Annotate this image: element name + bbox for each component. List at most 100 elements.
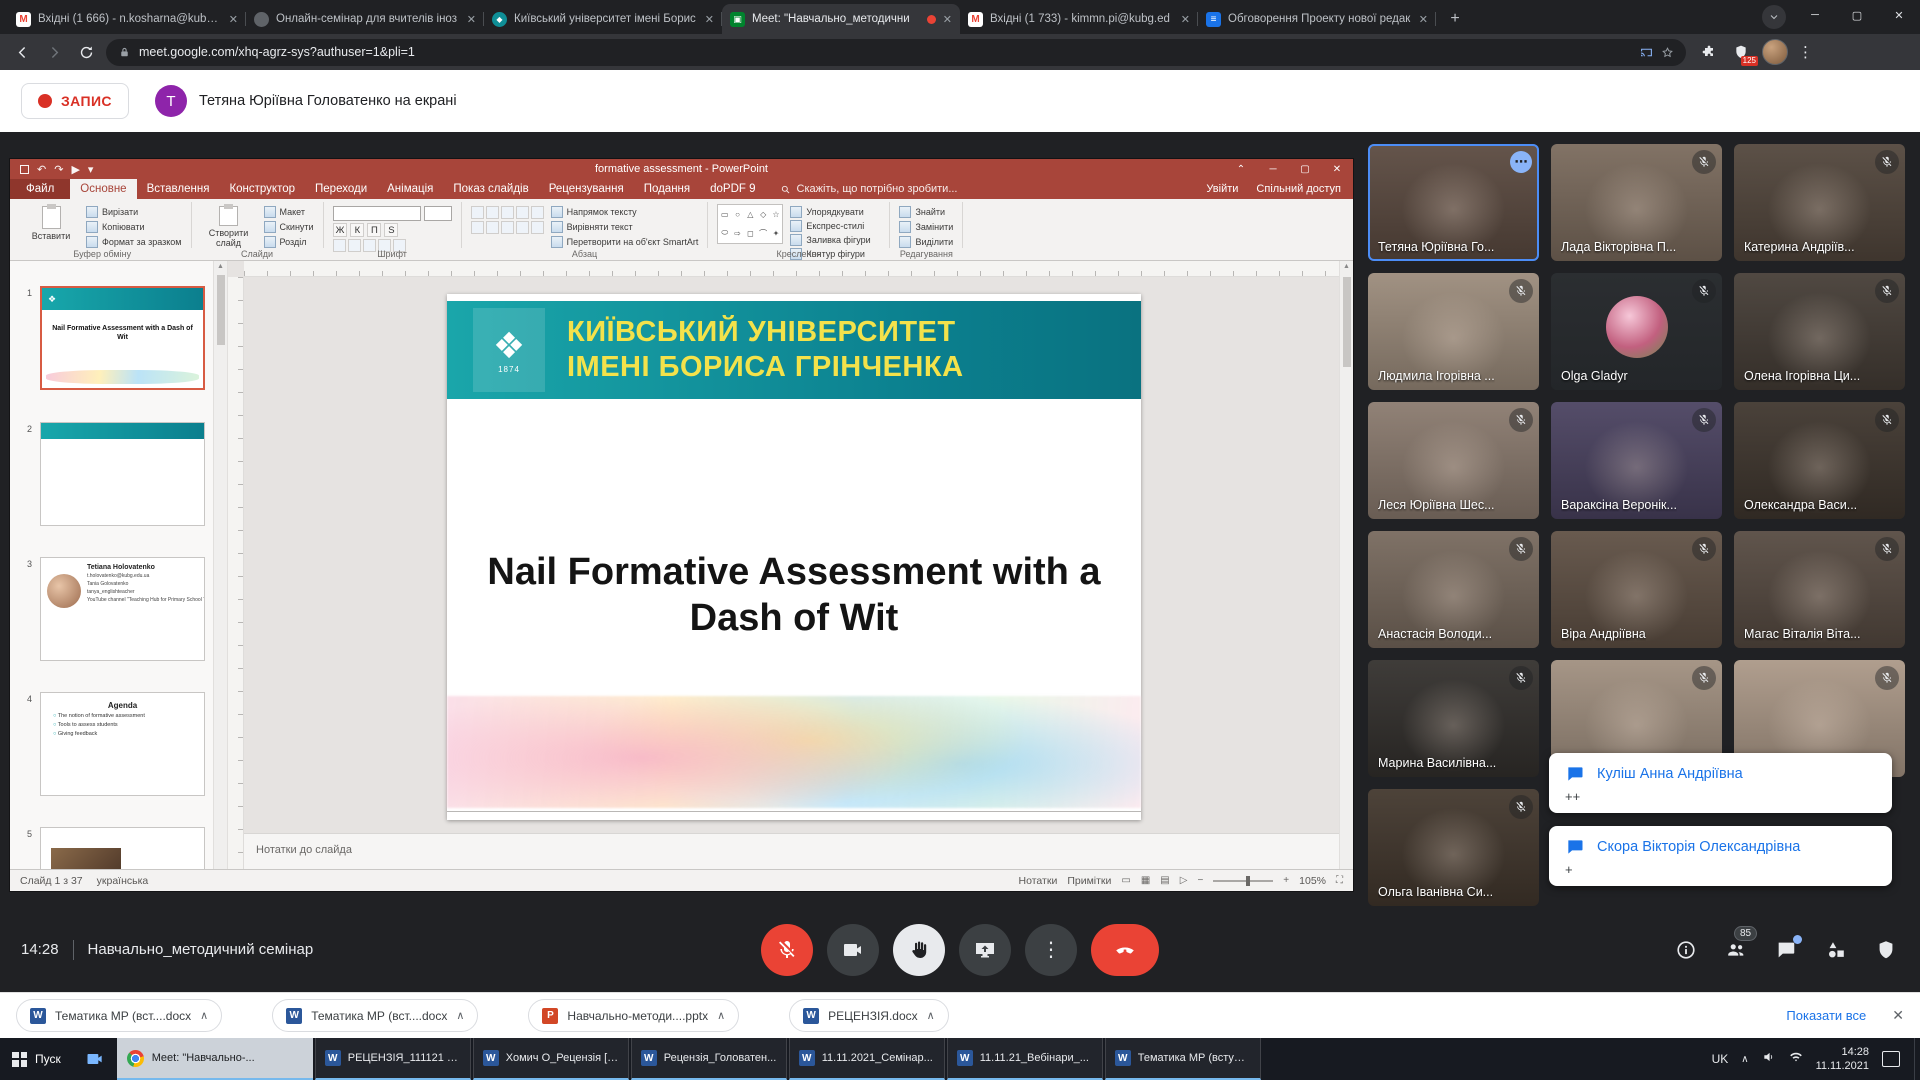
indent-decrease-icon[interactable] xyxy=(501,206,514,219)
participant-tile[interactable]: ⋯ Вараксіна Веронік... xyxy=(1551,402,1722,519)
ppt-ribbon-tab[interactable]: Вставлення xyxy=(137,179,220,199)
browser-tab[interactable]: Обговорення Проекту нової редак ✕ xyxy=(1198,4,1436,34)
ppt-ribbon-tab[interactable]: Рецензування xyxy=(539,179,634,199)
ppt-maximize-button[interactable]: ▢ xyxy=(1289,159,1321,179)
raise-hand-button[interactable] xyxy=(893,924,945,976)
undo-icon[interactable]: ↶ xyxy=(37,163,46,176)
browser-tab[interactable]: Онлайн-семінар для вчителів іноз ✕ xyxy=(246,4,484,34)
forward-icon[interactable] xyxy=(42,40,66,64)
ppt-ribbon-tab[interactable]: Анімація xyxy=(377,179,443,199)
slide-scrollbar[interactable] xyxy=(1339,261,1353,869)
download-caret-icon[interactable]: ∧ xyxy=(927,1009,935,1022)
ribbon-button[interactable]: Перетворити на об'єкт SmartArt xyxy=(551,235,699,248)
new-tab-button[interactable]: + xyxy=(1442,6,1468,32)
indent-increase-icon[interactable] xyxy=(516,206,529,219)
tab-search-button[interactable] xyxy=(1762,5,1786,29)
notes-toggle[interactable]: Нотатки xyxy=(1019,875,1058,887)
participant-tile[interactable]: ⋯ Магас Віталія Віта... xyxy=(1734,531,1905,648)
tell-me-search[interactable]: Скажіть, що потрібно зробити... xyxy=(780,183,958,195)
bookmark-star-icon[interactable] xyxy=(1661,46,1674,59)
start-button[interactable]: Пуск xyxy=(0,1038,73,1080)
activities-icon[interactable] xyxy=(1824,938,1848,962)
ribbon-button[interactable]: Упорядкувати xyxy=(790,206,880,218)
browser-tab[interactable]: Meet: "Навчально_методични ✕ xyxy=(722,4,960,34)
sign-in-button[interactable]: Увійти xyxy=(1206,183,1238,195)
leave-call-button[interactable] xyxy=(1091,924,1159,976)
ribbon-button[interactable]: Макет xyxy=(264,206,314,219)
taskbar-word-item[interactable]: Рецензія_Головатен... xyxy=(631,1038,787,1080)
taskbar-word-item[interactable]: РЕЦЕНЗІЯ_111121 - ... xyxy=(315,1038,471,1080)
tab-close-icon[interactable]: ✕ xyxy=(467,13,476,26)
paste-button[interactable]: Вставити xyxy=(23,204,79,248)
font-size-select[interactable] xyxy=(424,206,452,221)
participant-tile[interactable]: ⋯ Леся Юріївна Шес... xyxy=(1368,402,1539,519)
current-slide[interactable]: ❖ 1874 КИЇВСЬКИЙ УНІВЕРСИТЕТ ІМЕНІ БОРИС… xyxy=(447,294,1141,820)
ribbon-button[interactable]: Розділ xyxy=(264,235,314,248)
reading-view-icon[interactable]: ▤ xyxy=(1160,875,1169,886)
action-center-icon[interactable] xyxy=(1882,1051,1900,1067)
ribbon-button[interactable]: Експрес-стилі xyxy=(790,220,880,232)
ribbon-display-icon[interactable]: ⌃ xyxy=(1225,159,1257,179)
slide-thumbnail-3[interactable]: Tetiana Holovatenko t.holovatenko@kubg.e… xyxy=(40,557,205,661)
panel-scrollbar[interactable] xyxy=(214,261,228,869)
slide-thumbnail-1[interactable]: Nail Formative Assessment with a Dash of… xyxy=(40,286,205,390)
taskbar-clock[interactable]: 14:28 11.11.2021 xyxy=(1816,1045,1869,1073)
line-spacing-icon[interactable] xyxy=(531,206,544,219)
taskbar-word-item[interactable]: 11.11.2021_Семінар... xyxy=(789,1038,945,1080)
address-bar[interactable]: meet.google.com/xhq-agrz-sys?authuser=1&… xyxy=(106,39,1686,66)
ppt-ribbon-tab[interactable]: Конструктор xyxy=(219,179,305,199)
download-item[interactable]: Навчально-методи....pptx ∧ xyxy=(528,999,739,1032)
justify-icon[interactable] xyxy=(516,221,529,234)
tab-close-icon[interactable]: ✕ xyxy=(229,13,238,26)
ribbon-button[interactable]: Виділити xyxy=(899,235,953,248)
ribbon-button[interactable]: Заливка фігури xyxy=(790,234,880,246)
font-style-button[interactable]: П xyxy=(367,223,381,237)
maximize-button[interactable]: ▢ xyxy=(1836,0,1878,30)
qat-customize-icon[interactable]: ▾ xyxy=(88,163,94,176)
browser-menu-icon[interactable]: ⋮ xyxy=(1798,43,1813,61)
ppt-file-tab[interactable]: Файл xyxy=(10,179,70,199)
chat-panel-icon[interactable] xyxy=(1774,938,1798,962)
download-caret-icon[interactable]: ∧ xyxy=(717,1009,725,1022)
chat-notification[interactable]: Скора Вікторія Олександрівна + xyxy=(1549,826,1892,886)
font-name-select[interactable] xyxy=(333,206,421,221)
fit-slide-icon[interactable]: ⛶ xyxy=(1336,875,1343,886)
slide-sorter-icon[interactable]: ▦ xyxy=(1141,875,1150,886)
participant-tile[interactable]: ⋯ Olga Gladyr xyxy=(1551,273,1722,390)
host-controls-icon[interactable] xyxy=(1874,938,1898,962)
download-item[interactable]: Тематика МР (вст....docx ∧ xyxy=(272,999,478,1032)
participant-tile[interactable]: ⋯ Марина Василівна... xyxy=(1368,660,1539,777)
shapes-gallery[interactable]: ▭○△◇☆ ⬭⇨◻⌒✦ xyxy=(717,204,783,244)
columns-icon[interactable] xyxy=(531,221,544,234)
taskbar-word-item[interactable]: 11.11.21_Вебінари_... xyxy=(947,1038,1103,1080)
redo-icon[interactable]: ↷ xyxy=(54,163,63,176)
chat-notification[interactable]: Куліш Анна Андріївна ++ xyxy=(1549,753,1892,813)
align-left-icon[interactable] xyxy=(471,221,484,234)
more-options-button[interactable]: ⋮ xyxy=(1025,924,1077,976)
comments-toggle[interactable]: Примітки xyxy=(1067,875,1111,887)
zoom-in-icon[interactable]: + xyxy=(1283,875,1289,886)
cast-icon[interactable] xyxy=(1640,46,1653,59)
save-icon[interactable] xyxy=(20,165,29,174)
ribbon-button[interactable]: Вирізати xyxy=(86,206,182,219)
numbering-icon[interactable] xyxy=(486,206,499,219)
show-desktop-button[interactable] xyxy=(1914,1038,1920,1080)
browser-tab[interactable]: Вхідні (1 666) - n.kosharna@kubg.e ✕ xyxy=(8,4,246,34)
participant-tile[interactable]: ⋯ Олександра Васи... xyxy=(1734,402,1905,519)
tab-close-icon[interactable]: ✕ xyxy=(943,13,952,26)
participant-tile[interactable]: ⋯ Тетяна Юріївна Го... xyxy=(1368,144,1539,261)
normal-view-icon[interactable]: ▭ xyxy=(1121,875,1130,886)
tab-close-icon[interactable]: ✕ xyxy=(705,13,714,26)
font-style-button[interactable]: Ж xyxy=(333,223,348,237)
participant-tile[interactable]: ⋯ Ольга Іванівна Си... xyxy=(1368,789,1539,906)
slide-thumbnail-5[interactable] xyxy=(40,827,205,869)
participant-tile[interactable]: ⋯ Людмила Ігорівна ... xyxy=(1368,273,1539,390)
back-icon[interactable] xyxy=(10,40,34,64)
adblock-extension-icon[interactable]: 125 xyxy=(1730,41,1752,63)
taskbar-word-item[interactable]: Тематика МР (вступ ... xyxy=(1105,1038,1261,1080)
align-right-icon[interactable] xyxy=(501,221,514,234)
reload-icon[interactable] xyxy=(74,40,98,64)
font-style-button[interactable]: К xyxy=(350,223,364,237)
download-caret-icon[interactable]: ∧ xyxy=(456,1009,464,1022)
present-button[interactable] xyxy=(959,924,1011,976)
